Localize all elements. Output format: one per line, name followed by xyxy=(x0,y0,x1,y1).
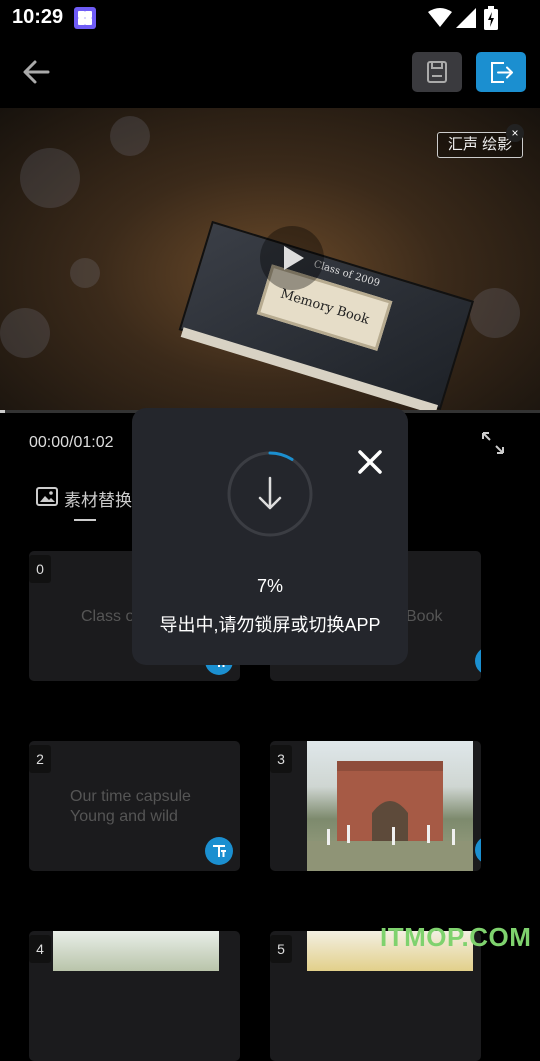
watermark-close-button[interactable]: × xyxy=(506,124,524,142)
text-icon xyxy=(213,845,226,857)
image-icon xyxy=(475,836,481,864)
play-button[interactable] xyxy=(260,226,324,290)
image-edit-badge[interactable] xyxy=(475,836,481,864)
card-index: 5 xyxy=(270,935,292,963)
card-index: 2 xyxy=(29,745,51,773)
expand-icon xyxy=(482,432,504,454)
image-icon xyxy=(36,487,58,506)
download-icon xyxy=(227,451,313,537)
text-edit-badge[interactable] xyxy=(475,647,481,675)
status-time: 10:29 xyxy=(12,6,64,28)
arrow-left-icon xyxy=(23,60,50,84)
export-percent: 7% xyxy=(256,576,283,596)
wifi-icon xyxy=(428,8,452,27)
card-photo xyxy=(53,931,219,971)
tab-active-indicator xyxy=(74,519,96,521)
material-card-3[interactable]: 3 xyxy=(270,741,481,871)
material-card-4[interactable]: 4 xyxy=(29,931,240,1061)
export-progress-dialog: 7% 导出中,请勿锁屏或切换APP xyxy=(132,408,408,665)
card-index: 4 xyxy=(29,935,51,963)
export-message: 导出中,请勿锁屏或切换APP xyxy=(159,615,381,635)
back-button[interactable] xyxy=(18,54,56,90)
text-icon xyxy=(475,647,481,675)
book-image: Class of 2009 Memory Book xyxy=(178,220,475,412)
play-icon xyxy=(284,246,304,270)
app-notification-icon xyxy=(74,7,96,29)
tab-material-label: 素材替换 xyxy=(64,491,132,510)
card-text: Book xyxy=(406,608,443,625)
close-icon xyxy=(358,450,382,474)
card-text: Class o xyxy=(81,608,135,625)
card-index: 0 xyxy=(29,555,51,583)
card-index: 3 xyxy=(270,745,292,773)
fullscreen-button[interactable] xyxy=(480,430,506,456)
save-draft-button[interactable] xyxy=(412,52,462,92)
export-spinner xyxy=(226,450,314,538)
site-watermark: ITMOP.COM xyxy=(380,922,532,952)
card-text: Our time capsule Young and wild xyxy=(70,788,191,825)
playback-time: 00:00/01:02 xyxy=(29,434,114,451)
material-card-2[interactable]: 2 Our time capsule Young and wild xyxy=(29,741,240,871)
battery-icon xyxy=(484,6,498,30)
export-icon xyxy=(491,62,513,83)
save-icon xyxy=(427,61,447,83)
dialog-close-button[interactable] xyxy=(356,448,384,476)
playback-progress-fill xyxy=(0,410,6,413)
text-edit-badge[interactable] xyxy=(205,837,233,865)
gate-photo-drawing xyxy=(307,761,473,871)
gate-photo xyxy=(307,741,473,871)
export-button[interactable] xyxy=(476,52,526,92)
signal-icon xyxy=(456,8,476,28)
